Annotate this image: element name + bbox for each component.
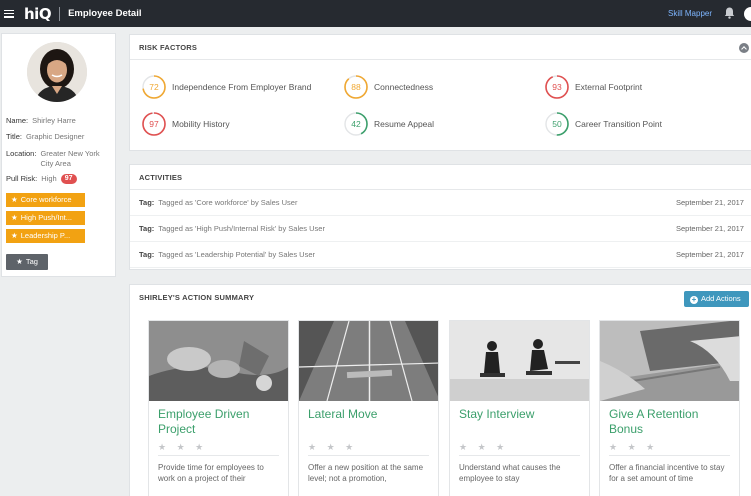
card-image — [450, 321, 589, 401]
employee-profile-card: Name: Shirley Harre Title: Graphic Desig… — [1, 33, 116, 277]
card-title: Employee Driven Project — [158, 407, 250, 436]
risk-gauge: 93 — [545, 75, 569, 99]
employee-name: Shirley Harre — [32, 116, 76, 125]
risk-label: Resume Appeal — [374, 119, 435, 129]
employee-title-row: Title: Graphic Designer — [6, 132, 84, 142]
star-rating[interactable]: ★ ★ ★ — [299, 439, 438, 455]
activity-date: September 21, 2017 — [676, 224, 744, 233]
risk-label: Independence From Employer Brand — [172, 82, 312, 92]
risk-label: Mobility History — [172, 119, 230, 129]
action-summary-panel: SHIRLEY'S ACTION SUMMARY + Add Actions Em… — [129, 284, 751, 496]
app-logo[interactable]: hiQ — [24, 5, 52, 23]
star-rating[interactable]: ★ ★ ★ — [149, 439, 288, 455]
activities-panel: ACTIVITIES Tag: Tagged as 'Core workforc… — [129, 164, 751, 270]
risk-factor-item[interactable]: 50 Career Transition Point — [545, 112, 662, 136]
employee-photo — [27, 42, 87, 102]
add-actions-button[interactable]: + Add Actions — [684, 291, 749, 307]
name-label: Name: — [6, 116, 29, 125]
risk-score: 93 — [552, 82, 562, 92]
risk-factor-item[interactable]: 42 Resume Appeal — [344, 112, 434, 136]
risk-score: 88 — [351, 82, 361, 92]
tag-high-push[interactable]: ★ High Push/Int... — [6, 211, 85, 225]
card-description: Offer a new position at the same level; … — [308, 463, 424, 483]
action-summary-heading: SHIRLEY'S ACTION SUMMARY + Add Actions — [130, 285, 751, 310]
star-rating[interactable]: ★ ★ ★ — [450, 439, 589, 455]
star-icon: ★ — [11, 195, 18, 204]
pull-risk-row: Pull Risk: High 97 — [6, 174, 77, 184]
pull-risk-label: Pull Risk: — [6, 174, 38, 183]
bell-icon[interactable] — [724, 7, 735, 19]
activity-row: Tag: Tagged as 'Core workforce' by Sales… — [130, 190, 751, 216]
activity-row: Tag: Tagged as 'High Push/Internal Risk'… — [130, 216, 751, 242]
activity-date: September 21, 2017 — [676, 250, 744, 259]
card-title: Stay Interview — [459, 407, 535, 421]
card-title: Give A Retention Bonus — [609, 407, 699, 436]
top-bar: hiQ Employee Detail — [0, 0, 751, 27]
risk-factor-item[interactable]: 97 Mobility History — [142, 112, 230, 136]
risk-factor-item[interactable]: 93 External Footprint — [545, 75, 642, 99]
action-card-lateral-move[interactable]: Lateral Move ★ ★ ★ Offer a new position … — [298, 320, 439, 496]
risk-gauge: 72 — [142, 75, 166, 99]
menu-icon[interactable] — [4, 9, 14, 18]
risk-factors-heading: RISK FACTORS — [130, 35, 751, 60]
risk-score: 97 — [149, 119, 159, 129]
employee-location: Greater New York City Area — [40, 149, 100, 168]
risk-label: External Footprint — [575, 82, 643, 92]
activities-heading: ACTIVITIES — [130, 165, 751, 190]
card-image — [149, 321, 288, 401]
star-icon: ★ — [16, 257, 23, 266]
risk-label: Career Transition Point — [575, 119, 662, 129]
card-image — [600, 321, 739, 401]
risk-factors-panel: RISK FACTORS 72 Independence From Employe… — [129, 34, 751, 151]
add-tag-button[interactable]: ★ Tag — [6, 254, 48, 270]
page-title: Employee Detail — [68, 8, 142, 19]
skill-mapper-link[interactable]: Skill Mapper — [668, 9, 712, 18]
risk-score: 72 — [149, 82, 159, 92]
user-avatar-icon[interactable] — [744, 7, 751, 21]
card-description: Provide time for employees to work on a … — [158, 463, 264, 483]
star-icon: ★ — [11, 231, 18, 240]
logo-divider — [59, 6, 61, 21]
activity-row: Tag: Tagged as 'Leadership Potential' by… — [130, 242, 751, 268]
employee-title: Graphic Designer — [25, 132, 85, 141]
activity-date: September 21, 2017 — [676, 198, 744, 207]
star-rating[interactable]: ★ ★ ★ — [600, 439, 739, 455]
location-label: Location: — [6, 149, 37, 158]
risk-label: Connectedness — [374, 82, 434, 92]
employee-location-row: Location: Greater New York City Area — [6, 149, 104, 169]
action-card-employee-driven-project[interactable]: Employee Driven Project ★ ★ ★ Provide ti… — [148, 320, 289, 496]
risk-gauge: 42 — [344, 112, 368, 136]
employee-name-row: Name: Shirley Harre — [6, 116, 76, 126]
plus-icon: + — [690, 295, 698, 304]
risk-factor-item[interactable]: 72 Independence From Employer Brand — [142, 75, 311, 99]
pull-risk-level: High — [41, 174, 57, 183]
risk-score: 50 — [552, 119, 562, 129]
star-icon: ★ — [11, 213, 18, 222]
risk-gauge: 97 — [142, 112, 166, 136]
card-title: Lateral Move — [308, 407, 378, 421]
action-card-retention-bonus[interactable]: Give A Retention Bonus ★ ★ ★ Offer a fin… — [599, 320, 740, 496]
card-image — [299, 321, 438, 401]
card-description: Offer a financial incentive to stay for … — [609, 463, 725, 483]
pull-risk-score-badge: 97 — [60, 174, 77, 184]
title-label: Title: — [6, 132, 22, 141]
risk-gauge: 88 — [344, 75, 368, 99]
tag-core-workforce[interactable]: ★ Core workforce — [6, 193, 85, 207]
tag-leadership[interactable]: ★ Leadership P... — [6, 229, 85, 243]
card-description: Understand what causes the employee to s… — [459, 463, 561, 483]
risk-gauge: 50 — [545, 112, 569, 136]
collapse-icon[interactable] — [739, 43, 749, 53]
risk-score: 42 — [351, 119, 361, 129]
risk-factor-item[interactable]: 88 Connectedness — [344, 75, 433, 99]
action-card-stay-interview[interactable]: Stay Interview ★ ★ ★ Understand what cau… — [449, 320, 590, 496]
